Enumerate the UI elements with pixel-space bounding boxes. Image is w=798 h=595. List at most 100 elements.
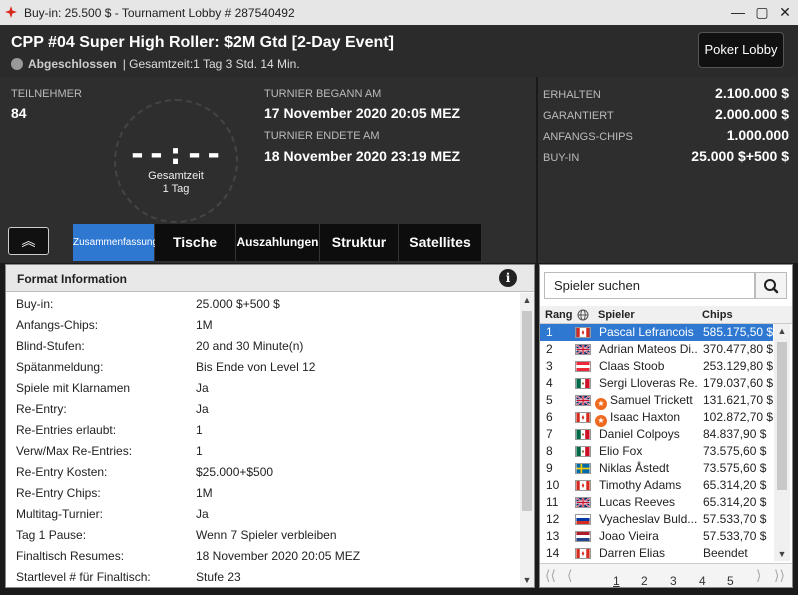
player-rank: 2 [546, 342, 553, 356]
format-row-value: 1 [196, 444, 203, 458]
player-search-input[interactable]: Spieler suchen [544, 272, 755, 299]
player-name-cell: Joao Vieira [599, 529, 698, 543]
col-rank[interactable]: Rang [545, 309, 573, 321]
page-link[interactable]: 4 [699, 574, 706, 588]
player-chips: Beendet [703, 546, 748, 560]
player-row[interactable]: 12 Vyacheslav Buld... 57.533,70 $ [540, 511, 773, 528]
col-chips[interactable]: Chips [702, 309, 733, 321]
player-row[interactable]: 5 ★ Samuel Trickett 131.621,70 $ [540, 392, 773, 410]
player-rank: 1 [546, 325, 553, 339]
scroll-down-icon[interactable]: ▼ [520, 575, 534, 585]
format-row-key: Startlevel # für Finaltisch: [16, 570, 151, 584]
buyin-label: BUY-IN [543, 152, 580, 164]
player-row[interactable]: 7 Daniel Colpoys 84.837,90 $ [540, 426, 773, 443]
player-name-cell: ★ Samuel Trickett [595, 393, 694, 410]
format-row-key: Blind-Stufen: [16, 339, 85, 353]
player-name-cell: Darren Elias [599, 546, 698, 560]
clock-label: Gesamtzeit 1 Tag [116, 170, 236, 196]
player-row[interactable]: 9 Niklas Åstedt 73.575,60 $ [540, 460, 773, 477]
player-row[interactable]: 8 Elio Fox 73.575,60 $ [540, 443, 773, 460]
minimize-button[interactable]: — [728, 3, 748, 21]
tournament-clock: --:-- Gesamtzeit 1 Tag [114, 99, 238, 223]
pokerstars-logo-icon [5, 6, 17, 18]
last-page-icon[interactable]: ⟩⟩ [774, 567, 785, 584]
tournament-name: CPP #04 Super High Roller: $2M Gtd [2-Da… [11, 34, 394, 51]
maximize-button[interactable]: ▢ [752, 3, 772, 21]
page-link[interactable]: 1 [613, 574, 620, 588]
prev-page-icon[interactable]: ⟨ [567, 567, 572, 584]
country-flag-icon-mx [575, 446, 591, 457]
end-label: TURNIER ENDETE AM [264, 130, 380, 142]
poker-lobby-button[interactable]: Poker Lobby [698, 32, 784, 68]
format-row: Tag 1 Pause: Wenn 7 Spieler verbleiben [16, 525, 516, 546]
format-info-title: Format Information [17, 272, 127, 286]
received-row: ERHALTEN 2.100.000 $ [543, 85, 789, 101]
country-flag-icon-gb [575, 395, 591, 406]
col-player[interactable]: Spieler [598, 309, 635, 321]
player-name-cell: ★ Isaac Haxton [595, 410, 694, 427]
received-label: ERHALTEN [543, 89, 601, 101]
players-scroll-up-icon[interactable]: ▲ [774, 326, 790, 336]
country-flag-icon-gb [575, 344, 591, 355]
tab-summary[interactable]: Zusammenfassung [73, 224, 158, 261]
first-page-icon[interactable]: ⟨⟨ [545, 567, 556, 584]
player-rank: 4 [546, 376, 553, 390]
page-link[interactable]: 2 [641, 574, 648, 588]
tab-tables[interactable]: Tische [155, 224, 236, 261]
player-rank: 7 [546, 427, 553, 441]
player-row[interactable]: 13 Joao Vieira 57.533,70 $ [540, 528, 773, 545]
player-row[interactable]: 11 Lucas Reeves 65.314,20 $ [540, 494, 773, 511]
player-rank: 5 [546, 393, 553, 407]
format-row: Verw/Max Re-Entries: 1 [16, 441, 516, 462]
buyin-value: 25.000 $+500 $ [691, 148, 789, 164]
format-row-key: Anfangs-Chips: [16, 318, 99, 332]
format-scroll-thumb[interactable] [522, 311, 532, 511]
tab-payouts[interactable]: Auszahlungen [236, 224, 320, 261]
guaranteed-value: 2.000.000 $ [715, 106, 789, 122]
tournament-header: CPP #04 Super High Roller: $2M Gtd [2-Da… [0, 25, 798, 77]
end-value: 18 November 2020 23:19 MEZ [264, 148, 461, 164]
format-row-value: 20 and 30 Minute(n) [196, 339, 304, 353]
clock-label-top: Gesamtzeit [148, 170, 204, 182]
player-chips: 73.575,60 $ [703, 461, 767, 475]
player-row[interactable]: 1 Pascal Lefrancois 585.175,50 $ [540, 324, 773, 341]
country-flag-icon-at [575, 361, 591, 372]
player-row[interactable]: 14 Darren Elias Beendet [540, 545, 773, 562]
page-link[interactable]: 5 [727, 574, 734, 588]
page-link[interactable]: 3 [670, 574, 677, 588]
player-name-cell: Lucas Reeves [599, 495, 698, 509]
country-flag-icon-ca [575, 327, 591, 338]
format-row-value: 18 November 2020 20:05 MEZ [196, 549, 361, 563]
player-chips: 253.129,80 $ [703, 359, 773, 373]
close-button[interactable]: ✕ [775, 3, 795, 21]
player-row[interactable]: 4 Sergi Lloveras Re... 179.037,60 $ [540, 375, 773, 392]
player-name: Isaac Haxton [610, 410, 681, 424]
search-button[interactable] [755, 272, 787, 299]
country-flag-icon-mx [575, 378, 591, 389]
tab-satellites[interactable]: Satellites [399, 224, 482, 261]
info-icon[interactable]: i [499, 269, 517, 287]
tab-structure[interactable]: Struktur [320, 224, 399, 261]
player-row[interactable]: 3 Claas Stoob 253.129,80 $ [540, 358, 773, 375]
scroll-up-icon[interactable]: ▲ [520, 295, 534, 305]
format-scrollbar[interactable]: ▲ ▼ [520, 293, 534, 587]
players-scroll-thumb[interactable] [777, 342, 787, 490]
collapse-button[interactable]: ︽ [8, 227, 49, 255]
players-scrollbar[interactable]: ▲ ▼ [774, 324, 790, 561]
format-row-value: Ja [196, 402, 209, 416]
player-name-cell: Niklas Åstedt [599, 461, 698, 475]
next-page-icon[interactable]: ⟩ [756, 567, 761, 584]
players-scroll-down-icon[interactable]: ▼ [774, 549, 790, 559]
window-title: Buy-in: 25.500 $ - Tournament Lobby # 28… [24, 6, 295, 20]
player-row[interactable]: 10 Timothy Adams 65.314,20 $ [540, 477, 773, 494]
player-name-cell: Claas Stoob [599, 359, 698, 373]
format-row-value: $25.000+$500 [196, 465, 274, 479]
globe-icon[interactable] [577, 309, 589, 321]
player-row[interactable]: 2 Adrian Mateos Di... 370.477,80 $ [540, 341, 773, 358]
player-row[interactable]: 6 ★ Isaac Haxton 102.872,70 $ [540, 409, 773, 427]
country-flag-icon-ca [575, 480, 591, 491]
format-row-key: Re-Entries erlaubt: [16, 423, 117, 437]
format-row-value: Stufe 23 [196, 570, 241, 584]
player-chips: 57.533,70 $ [703, 512, 767, 526]
start-chips-row: ANFANGS-CHIPS 1.000.000 [543, 127, 789, 143]
